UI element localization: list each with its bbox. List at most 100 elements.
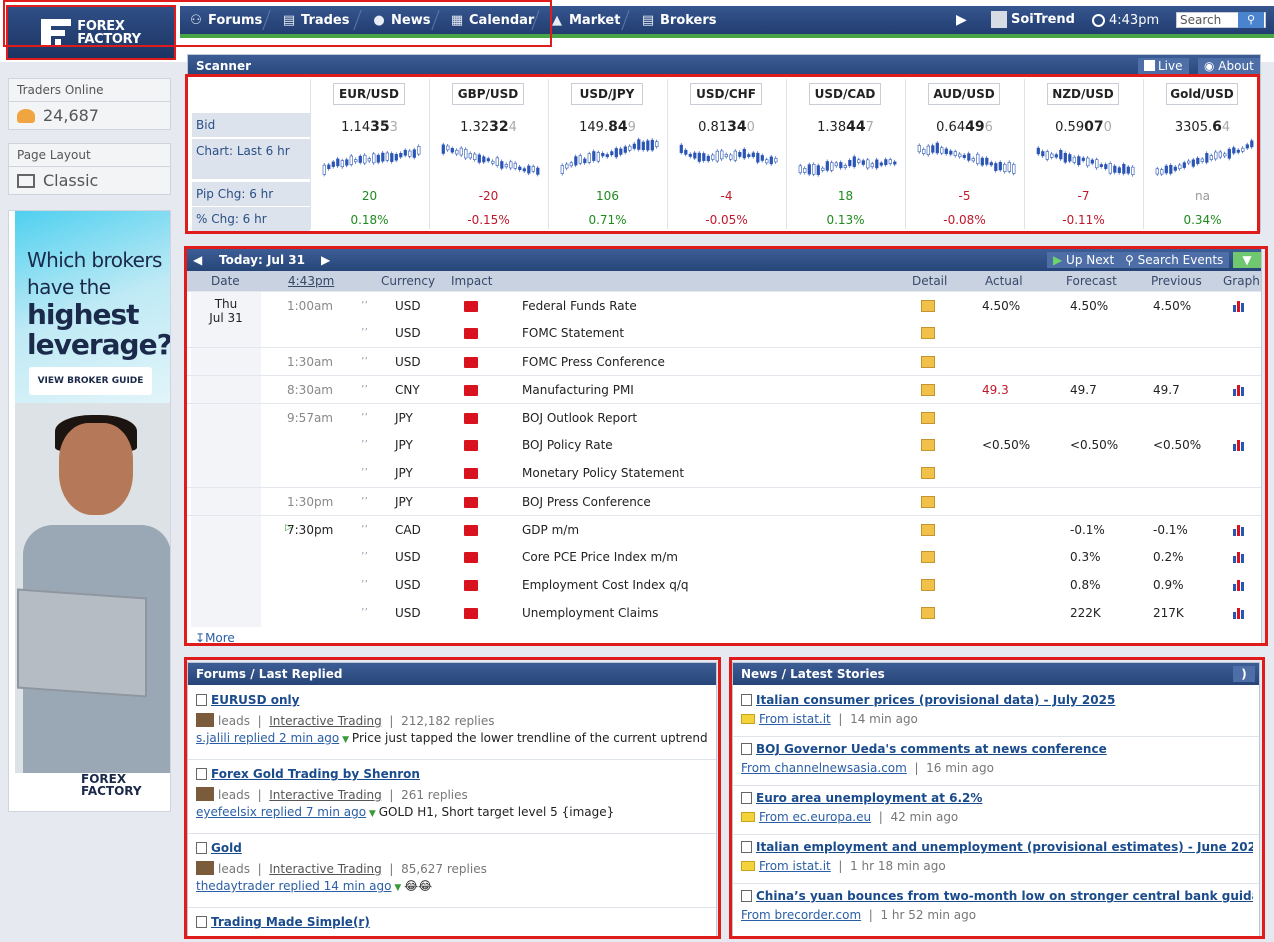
- calendar-event-row[interactable]: 1:30pm ’’ JPY BOJ Press Conference: [187, 487, 1261, 515]
- prev-day-button[interactable]: ◀: [193, 249, 202, 271]
- clock[interactable]: 4:43pm: [1092, 13, 1159, 28]
- pair-column-usd-chf[interactable]: USD/CHF 0.81340 -4 -0.05%: [667, 79, 785, 229]
- event-alert-icon[interactable]: ’’: [361, 299, 368, 312]
- story-title[interactable]: BOJ Governor Ueda's comments at news con…: [756, 742, 1107, 756]
- pair-column-aud-usd[interactable]: AUD/USD 0.64496 -5 -0.08%: [905, 79, 1023, 229]
- broker-ad-banner[interactable]: Which brokers have the highest leverage?…: [8, 210, 171, 812]
- calendar-event-row[interactable]: 9:57am ’’ JPY BOJ Outlook Report: [187, 403, 1261, 431]
- last-reply-link[interactable]: thedaytrader replied 14 min ago: [196, 879, 392, 893]
- pair-name[interactable]: USD/CAD: [809, 83, 881, 105]
- event-title[interactable]: Manufacturing PMI: [522, 383, 634, 397]
- notification-bell-icon[interactable]: ▶: [956, 12, 967, 28]
- thread-category-link[interactable]: Interactive Trading: [269, 862, 381, 876]
- event-alert-icon[interactable]: ’’: [361, 355, 368, 368]
- graph-icon[interactable]: [1233, 551, 1247, 563]
- event-alert-icon[interactable]: ’’: [361, 411, 368, 424]
- event-title[interactable]: BOJ Press Conference: [522, 495, 651, 509]
- live-checkbox[interactable]: [1144, 60, 1155, 71]
- event-title[interactable]: BOJ Outlook Report: [522, 411, 637, 425]
- forum-thread[interactable]: Forex Gold Trading by Shenron leads | Int…: [196, 767, 708, 819]
- nav-brokers[interactable]: ▤ Brokers: [640, 6, 717, 34]
- forum-thread[interactable]: EURUSD only leads | Interactive Trading |…: [196, 693, 708, 745]
- calendar-event-row[interactable]: ’’ USD Unemployment Claims 222K 217K: [187, 599, 1261, 627]
- pair-name[interactable]: NZD/USD: [1047, 83, 1119, 105]
- story-source-link[interactable]: From ec.europa.eu: [759, 810, 871, 824]
- calendar-event-row[interactable]: 1:30am ’’ USD FOMC Press Conference: [187, 347, 1261, 375]
- pair-name[interactable]: USD/CHF: [690, 83, 762, 105]
- live-toggle[interactable]: Live: [1138, 58, 1189, 74]
- forum-thread[interactable]: Trading Made Simple(r): [196, 915, 708, 929]
- event-title[interactable]: Unemployment Claims: [522, 606, 658, 620]
- pair-column-usd-cad[interactable]: USD/CAD 1.38447 18 0.13%: [786, 79, 904, 229]
- detail-folder-icon[interactable]: [921, 356, 935, 368]
- pair-column-eur-usd[interactable]: EUR/USD 1.14353 20 0.18%: [310, 79, 428, 229]
- thread-title[interactable]: Forex Gold Trading by Shenron: [211, 767, 420, 781]
- leader-avatar[interactable]: [196, 861, 214, 875]
- reply-expand-icon[interactable]: ▼: [392, 883, 405, 893]
- event-title[interactable]: Employment Cost Index q/q: [522, 578, 688, 592]
- story-source-link[interactable]: From channelnewsasia.com: [741, 761, 907, 775]
- event-title[interactable]: FOMC Press Conference: [522, 355, 665, 369]
- graph-icon[interactable]: [1233, 607, 1247, 619]
- event-alert-icon[interactable]: ’’: [361, 495, 368, 508]
- event-title[interactable]: Federal Funds Rate: [522, 299, 637, 313]
- detail-folder-icon[interactable]: [921, 327, 935, 339]
- news-sound-icon[interactable]: ): [1233, 666, 1255, 682]
- last-reply-link[interactable]: eyefeelsix replied 7 min ago: [196, 805, 366, 819]
- pair-column-gbp-usd[interactable]: GBP/USD 1.32324 -20 -0.15%: [429, 79, 547, 229]
- pair-name[interactable]: EUR/USD: [333, 83, 405, 105]
- user-menu[interactable]: SoiTrend: [991, 11, 1075, 28]
- search-button[interactable]: ⚲: [1238, 12, 1264, 28]
- event-title[interactable]: BOJ Policy Rate: [522, 438, 613, 452]
- next-day-button[interactable]: ▶: [321, 249, 330, 271]
- pair-name[interactable]: GBP/USD: [452, 83, 524, 105]
- thread-category-link[interactable]: Interactive Trading: [269, 788, 381, 802]
- calendar-day-label[interactable]: Today: Jul 31: [219, 249, 305, 271]
- view-broker-guide-button[interactable]: VIEW BROKER GUIDE: [29, 367, 152, 395]
- detail-folder-icon[interactable]: [921, 579, 935, 591]
- calendar-event-row[interactable]: 1:00am ’’ USD Federal Funds Rate 4.50% 4.50% 4…: [187, 291, 1261, 319]
- leader-avatar[interactable]: [196, 787, 214, 801]
- calendar-event-row[interactable]: ’’ JPY BOJ Policy Rate <0.50% <0.50% <0.50%: [187, 431, 1261, 459]
- event-alert-icon[interactable]: ’’: [361, 578, 368, 591]
- pair-column-gold-usd[interactable]: Gold/USD 3305.64 na 0.34%: [1143, 79, 1261, 229]
- detail-folder-icon[interactable]: [921, 412, 935, 424]
- pair-column-usd-jpy[interactable]: USD/JPY 149.849 106 0.71%: [548, 79, 666, 229]
- story-source-link[interactable]: From istat.it: [759, 712, 831, 726]
- filter-button[interactable]: ▼: [1233, 252, 1261, 268]
- event-alert-icon[interactable]: ’’: [361, 606, 368, 619]
- thread-title[interactable]: Gold: [211, 841, 242, 855]
- event-alert-icon[interactable]: ’’: [361, 438, 368, 451]
- graph-icon[interactable]: [1233, 384, 1247, 396]
- story-title[interactable]: Italian employment and unemployment (pro…: [756, 840, 1253, 854]
- news-story[interactable]: Euro area unemployment at 6.2% From ec.eu…: [741, 791, 1253, 824]
- story-title[interactable]: Euro area unemployment at 6.2%: [756, 791, 982, 805]
- page-layout-value-row[interactable]: Classic: [9, 167, 170, 194]
- event-title[interactable]: GDP m/m: [522, 523, 579, 537]
- calendar-event-row[interactable]: 8:30am ’’ CNY Manufacturing PMI 49.3 49.7 49.7: [187, 375, 1261, 403]
- page-layout-box[interactable]: Page Layout Classic: [8, 143, 171, 195]
- detail-folder-icon[interactable]: [921, 439, 935, 451]
- graph-icon[interactable]: [1233, 300, 1247, 312]
- calendar-event-row[interactable]: ’’ JPY Monetary Policy Statement: [187, 459, 1261, 487]
- news-story[interactable]: BOJ Governor Ueda's comments at news con…: [741, 742, 1253, 775]
- event-alert-icon[interactable]: ’’: [361, 550, 368, 563]
- about-button[interactable]: ◉ About: [1198, 58, 1260, 74]
- news-story[interactable]: Italian employment and unemployment (pro…: [741, 840, 1253, 873]
- event-alert-icon[interactable]: ’’: [361, 326, 368, 339]
- detail-folder-icon[interactable]: [921, 551, 935, 563]
- detail-folder-icon[interactable]: [921, 496, 935, 508]
- pair-column-nzd-usd[interactable]: NZD/USD 0.59070 -7 -0.11%: [1024, 79, 1142, 229]
- graph-icon[interactable]: [1233, 579, 1247, 591]
- more-link[interactable]: ↧More: [195, 631, 235, 645]
- calendar-event-row[interactable]: ’’ USD Core PCE Price Index m/m 0.3% 0.2%: [187, 543, 1261, 571]
- event-alert-icon[interactable]: ’’: [361, 523, 368, 536]
- up-next-button[interactable]: ▶ Up Next: [1047, 252, 1121, 268]
- pair-name[interactable]: AUD/USD: [928, 83, 1000, 105]
- detail-folder-icon[interactable]: [921, 384, 935, 396]
- event-title[interactable]: Monetary Policy Statement: [522, 466, 684, 480]
- last-reply-link[interactable]: s.jalili replied 2 min ago: [196, 731, 339, 745]
- event-alert-icon[interactable]: ’’: [361, 466, 368, 479]
- graph-icon[interactable]: [1233, 524, 1247, 536]
- detail-folder-icon[interactable]: [921, 467, 935, 479]
